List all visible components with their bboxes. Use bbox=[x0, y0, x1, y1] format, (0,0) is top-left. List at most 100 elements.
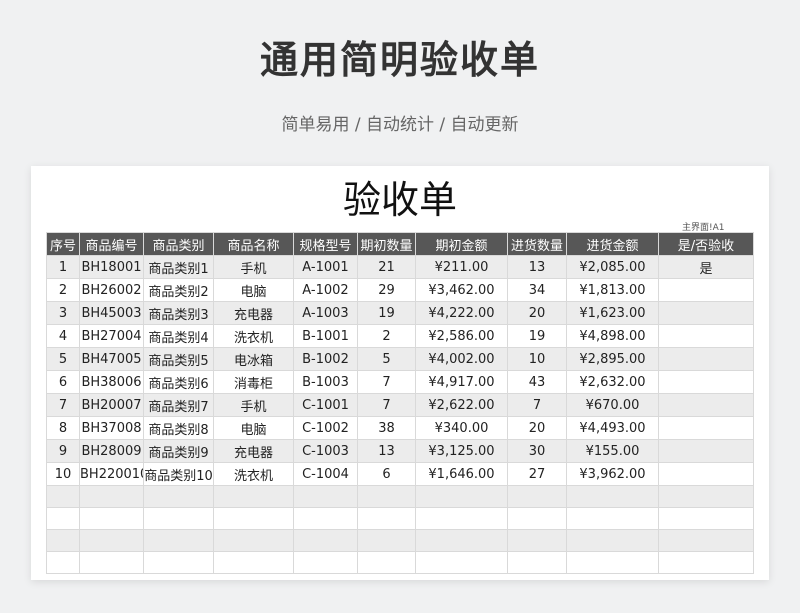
cell-open-qty[interactable]: 21 bbox=[357, 255, 416, 279]
empty-cell[interactable] bbox=[46, 551, 80, 574]
column-header-name[interactable]: 商品名称 bbox=[213, 232, 294, 256]
empty-cell[interactable] bbox=[79, 529, 144, 552]
cell-accepted[interactable] bbox=[658, 393, 754, 417]
cell-code[interactable]: BH28009 bbox=[79, 439, 144, 463]
cell-model[interactable]: C-1002 bbox=[293, 416, 358, 440]
cell-code[interactable]: BH38006 bbox=[79, 370, 144, 394]
empty-cell[interactable] bbox=[213, 551, 294, 574]
cell-code[interactable]: BH20007 bbox=[79, 393, 144, 417]
column-header-open-qty[interactable]: 期初数量 bbox=[357, 232, 416, 256]
cell-model[interactable]: A-1001 bbox=[293, 255, 358, 279]
cell-in-amount[interactable]: ¥1,623.00 bbox=[566, 301, 659, 325]
empty-cell[interactable] bbox=[213, 529, 294, 552]
cell-code[interactable]: BH220010 bbox=[79, 462, 144, 486]
empty-cell[interactable] bbox=[415, 551, 508, 574]
empty-cell[interactable] bbox=[415, 529, 508, 552]
cell-in-qty[interactable]: 19 bbox=[507, 324, 567, 348]
empty-cell[interactable] bbox=[566, 551, 659, 574]
empty-cell[interactable] bbox=[357, 529, 416, 552]
cell-accepted[interactable] bbox=[658, 370, 754, 394]
cell-open-amount[interactable]: ¥4,002.00 bbox=[415, 347, 508, 371]
cell-name[interactable]: 手机 bbox=[213, 255, 294, 279]
cell-open-amount[interactable]: ¥4,917.00 bbox=[415, 370, 508, 394]
cell-code[interactable]: BH26002 bbox=[79, 278, 144, 302]
cell-category[interactable]: 商品类别7 bbox=[143, 393, 214, 417]
cell-model[interactable]: C-1004 bbox=[293, 462, 358, 486]
cell-model[interactable]: A-1002 bbox=[293, 278, 358, 302]
cell-open-qty[interactable]: 13 bbox=[357, 439, 416, 463]
column-header-model[interactable]: 规格型号 bbox=[293, 232, 358, 256]
cell-open-amount[interactable]: ¥211.00 bbox=[415, 255, 508, 279]
cell-model[interactable]: B-1001 bbox=[293, 324, 358, 348]
empty-cell[interactable] bbox=[566, 529, 659, 552]
cell-open-qty[interactable]: 7 bbox=[357, 370, 416, 394]
cell-in-qty[interactable]: 20 bbox=[507, 416, 567, 440]
cell-accepted[interactable] bbox=[658, 278, 754, 302]
empty-cell[interactable] bbox=[293, 551, 358, 574]
empty-cell[interactable] bbox=[658, 551, 754, 574]
cell-open-amount[interactable]: ¥4,222.00 bbox=[415, 301, 508, 325]
empty-cell[interactable] bbox=[79, 507, 144, 530]
empty-cell[interactable] bbox=[507, 529, 567, 552]
cell-open-amount[interactable]: ¥2,622.00 bbox=[415, 393, 508, 417]
cell-category[interactable]: 商品类别4 bbox=[143, 324, 214, 348]
cell-in-amount[interactable]: ¥4,493.00 bbox=[566, 416, 659, 440]
cell-name[interactable]: 消毒柜 bbox=[213, 370, 294, 394]
cell-in-amount[interactable]: ¥2,085.00 bbox=[566, 255, 659, 279]
empty-cell[interactable] bbox=[213, 485, 294, 508]
cell-model[interactable]: B-1003 bbox=[293, 370, 358, 394]
empty-cell[interactable] bbox=[79, 485, 144, 508]
empty-cell[interactable] bbox=[46, 507, 80, 530]
cell-open-qty[interactable]: 2 bbox=[357, 324, 416, 348]
cell-accepted[interactable] bbox=[658, 462, 754, 486]
empty-cell[interactable] bbox=[46, 485, 80, 508]
cell-open-qty[interactable]: 6 bbox=[357, 462, 416, 486]
column-header-in-qty[interactable]: 进货数量 bbox=[507, 232, 567, 256]
cell-index[interactable]: 7 bbox=[46, 393, 80, 417]
cell-in-amount[interactable]: ¥3,962.00 bbox=[566, 462, 659, 486]
cell-accepted[interactable] bbox=[658, 416, 754, 440]
cell-code[interactable]: BH47005 bbox=[79, 347, 144, 371]
cell-open-qty[interactable]: 5 bbox=[357, 347, 416, 371]
cell-category[interactable]: 商品类别1 bbox=[143, 255, 214, 279]
cell-name[interactable]: 电脑 bbox=[213, 278, 294, 302]
cell-in-amount[interactable]: ¥2,895.00 bbox=[566, 347, 659, 371]
cell-index[interactable]: 6 bbox=[46, 370, 80, 394]
cell-open-amount[interactable]: ¥3,462.00 bbox=[415, 278, 508, 302]
empty-cell[interactable] bbox=[46, 529, 80, 552]
empty-cell[interactable] bbox=[658, 485, 754, 508]
cell-name[interactable]: 电冰箱 bbox=[213, 347, 294, 371]
cell-name[interactable]: 洗衣机 bbox=[213, 462, 294, 486]
empty-cell[interactable] bbox=[143, 485, 214, 508]
empty-cell[interactable] bbox=[415, 507, 508, 530]
cell-model[interactable]: A-1003 bbox=[293, 301, 358, 325]
cell-in-qty[interactable]: 20 bbox=[507, 301, 567, 325]
empty-cell[interactable] bbox=[293, 507, 358, 530]
cell-accepted[interactable] bbox=[658, 301, 754, 325]
empty-cell[interactable] bbox=[658, 507, 754, 530]
column-header-accepted[interactable]: 是/否验收 bbox=[658, 232, 754, 256]
cell-open-amount[interactable]: ¥340.00 bbox=[415, 416, 508, 440]
empty-cell[interactable] bbox=[507, 551, 567, 574]
cell-accepted[interactable] bbox=[658, 347, 754, 371]
cell-open-qty[interactable]: 19 bbox=[357, 301, 416, 325]
cell-index[interactable]: 3 bbox=[46, 301, 80, 325]
cell-in-qty[interactable]: 13 bbox=[507, 255, 567, 279]
cell-in-amount[interactable]: ¥4,898.00 bbox=[566, 324, 659, 348]
cell-name[interactable]: 电脑 bbox=[213, 416, 294, 440]
cell-open-qty[interactable]: 38 bbox=[357, 416, 416, 440]
empty-cell[interactable] bbox=[143, 507, 214, 530]
cell-code[interactable]: BH45003 bbox=[79, 301, 144, 325]
cell-code[interactable]: BH37008 bbox=[79, 416, 144, 440]
cell-open-qty[interactable]: 29 bbox=[357, 278, 416, 302]
column-header-category[interactable]: 商品类别 bbox=[143, 232, 214, 256]
cell-in-qty[interactable]: 27 bbox=[507, 462, 567, 486]
cell-in-amount[interactable]: ¥1,813.00 bbox=[566, 278, 659, 302]
cell-name[interactable]: 充电器 bbox=[213, 301, 294, 325]
cell-code[interactable]: BH18001 bbox=[79, 255, 144, 279]
cell-open-amount[interactable]: ¥2,586.00 bbox=[415, 324, 508, 348]
empty-cell[interactable] bbox=[507, 507, 567, 530]
cell-category[interactable]: 商品类别9 bbox=[143, 439, 214, 463]
empty-cell[interactable] bbox=[143, 551, 214, 574]
cell-in-amount[interactable]: ¥155.00 bbox=[566, 439, 659, 463]
